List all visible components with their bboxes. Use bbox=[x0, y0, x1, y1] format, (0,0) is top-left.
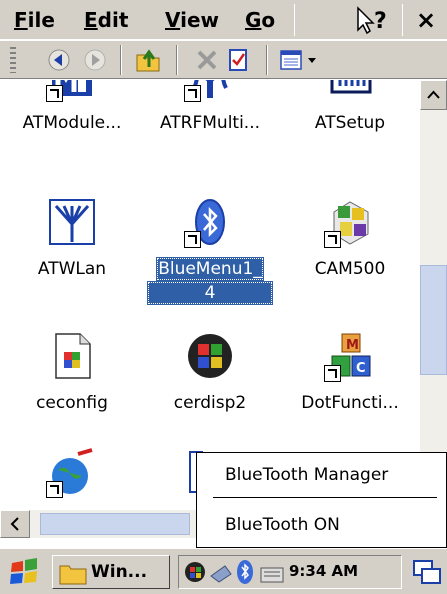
taskbar-window-button[interactable]: Win... bbox=[52, 555, 170, 589]
up-folder-button[interactable] bbox=[132, 45, 166, 75]
chevron-left-icon bbox=[10, 517, 19, 531]
delete-icon bbox=[197, 50, 217, 70]
properties-icon bbox=[229, 49, 247, 71]
taskbar-window-label: Win... bbox=[91, 562, 148, 582]
menu-separator bbox=[213, 497, 437, 498]
menu-separator bbox=[402, 4, 403, 36]
file-item-bluemenu[interactable]: BlueMenu1_ 4 bbox=[140, 198, 280, 318]
toolbar bbox=[0, 41, 447, 79]
file-label: ATModule... bbox=[22, 113, 122, 133]
file-label-wrap: 4 bbox=[140, 281, 280, 305]
file-item-cam500[interactable]: CAM500 bbox=[280, 198, 420, 318]
file-label-wrap: BlueMenu1_ bbox=[140, 257, 280, 281]
file-item-atwlan[interactable]: ATWLan bbox=[2, 198, 142, 318]
help-label: ? bbox=[374, 9, 387, 34]
file-label: ceconfig bbox=[36, 393, 108, 413]
svg-text:M: M bbox=[346, 338, 359, 353]
vertical-scrollbar[interactable] bbox=[420, 80, 447, 510]
view-menu-button[interactable] bbox=[278, 45, 324, 75]
atrfmulti-icon bbox=[184, 80, 234, 102]
shortcut-arrow-icon bbox=[324, 365, 341, 382]
svg-text:C: C bbox=[356, 361, 366, 376]
shortcut-arrow-icon bbox=[324, 231, 341, 248]
dotfunction-icon: M C bbox=[324, 332, 374, 382]
keyboard-icon bbox=[260, 567, 284, 583]
atsetup-icon bbox=[326, 80, 374, 100]
file-item-globe[interactable] bbox=[2, 448, 142, 510]
context-menu: BlueTooth Manager BlueTooth ON bbox=[196, 452, 447, 548]
vertical-scroll-thumb[interactable] bbox=[420, 265, 447, 375]
menu-item-bluetooth-manager[interactable]: BlueTooth Manager bbox=[225, 463, 388, 487]
sync-icon bbox=[210, 565, 232, 583]
menu-bar: File Edit View Go ? × bbox=[0, 0, 447, 40]
system-tray: 9:34 AM bbox=[178, 555, 402, 589]
delete-button[interactable] bbox=[190, 45, 224, 75]
cerdisp-icon bbox=[186, 332, 234, 380]
toolbar-grip[interactable] bbox=[10, 47, 16, 73]
view-menu-icon bbox=[280, 50, 316, 70]
shortcut-arrow-icon bbox=[184, 85, 201, 102]
show-desktop-button[interactable] bbox=[410, 555, 444, 589]
file-item-ceconfig[interactable]: ceconfig bbox=[2, 332, 142, 452]
file-item-atrfmulti[interactable]: ATRFMulti... bbox=[140, 80, 280, 172]
antenna-icon bbox=[48, 198, 96, 246]
close-button[interactable]: × bbox=[410, 4, 442, 36]
shortcut-arrow-icon bbox=[184, 231, 201, 248]
file-item-atsetup[interactable]: ATSetup bbox=[280, 80, 420, 172]
properties-button[interactable] bbox=[222, 45, 256, 75]
atmodule-icon bbox=[46, 80, 96, 102]
toolbar-separator bbox=[176, 45, 178, 75]
toolbar-separator bbox=[266, 45, 268, 75]
scroll-up-button[interactable] bbox=[420, 80, 447, 110]
up-folder-icon bbox=[136, 49, 160, 72]
toolbar-separator bbox=[120, 45, 122, 75]
shortcut-arrow-icon bbox=[46, 481, 63, 498]
menu-view[interactable]: View bbox=[165, 7, 219, 33]
back-icon bbox=[48, 49, 70, 71]
taskbar: Win... 9:34 AM bbox=[0, 548, 447, 594]
tray-icons bbox=[185, 560, 284, 584]
chevron-down-icon bbox=[308, 58, 316, 63]
help-button[interactable]: ? bbox=[352, 4, 396, 36]
forward-icon bbox=[84, 49, 106, 71]
file-item-atmodule[interactable]: ATModule... bbox=[2, 80, 142, 172]
ceconfig-icon bbox=[48, 332, 96, 380]
file-label: BlueMenu1_ bbox=[156, 257, 264, 281]
back-button[interactable] bbox=[42, 45, 76, 75]
shortcut-arrow-icon bbox=[46, 85, 63, 102]
help-pointer-icon: ? bbox=[357, 6, 387, 35]
chevron-up-icon bbox=[427, 90, 440, 99]
file-label: cerdisp2 bbox=[173, 393, 247, 413]
scroll-left-button[interactable] bbox=[0, 510, 30, 538]
file-item-cerdisp2[interactable]: cerdisp2 bbox=[140, 332, 280, 452]
horizontal-scroll-thumb[interactable] bbox=[40, 513, 190, 535]
file-item-dotfunction[interactable]: M C DotFuncti... bbox=[280, 332, 420, 452]
file-label: ATWLan bbox=[37, 259, 107, 279]
menu-file[interactable]: File bbox=[14, 7, 55, 33]
start-button[interactable] bbox=[4, 555, 44, 589]
clock: 9:34 AM bbox=[289, 562, 359, 580]
menu-item-bluetooth-on[interactable]: BlueTooth ON bbox=[225, 513, 340, 537]
bluetooth-icon bbox=[184, 198, 234, 248]
file-label: DotFuncti... bbox=[301, 393, 399, 413]
menu-separator bbox=[294, 4, 295, 36]
forward-button[interactable] bbox=[78, 45, 112, 75]
cam500-icon bbox=[324, 198, 374, 248]
file-label: ATRFMulti... bbox=[159, 113, 261, 133]
menu-edit[interactable]: Edit bbox=[84, 7, 128, 33]
folder-icon bbox=[59, 565, 87, 585]
file-label: ATSetup bbox=[314, 113, 386, 133]
desktop-icon bbox=[413, 560, 441, 584]
globe-icon bbox=[46, 448, 96, 498]
file-label: CAM500 bbox=[314, 259, 386, 279]
windows-flag-icon bbox=[10, 558, 37, 584]
file-list: ATModule... ATRFMulti... ATSetup ATWLan … bbox=[0, 80, 420, 510]
file-label-line2: 4 bbox=[146, 281, 274, 305]
menu-go[interactable]: Go bbox=[245, 7, 275, 33]
